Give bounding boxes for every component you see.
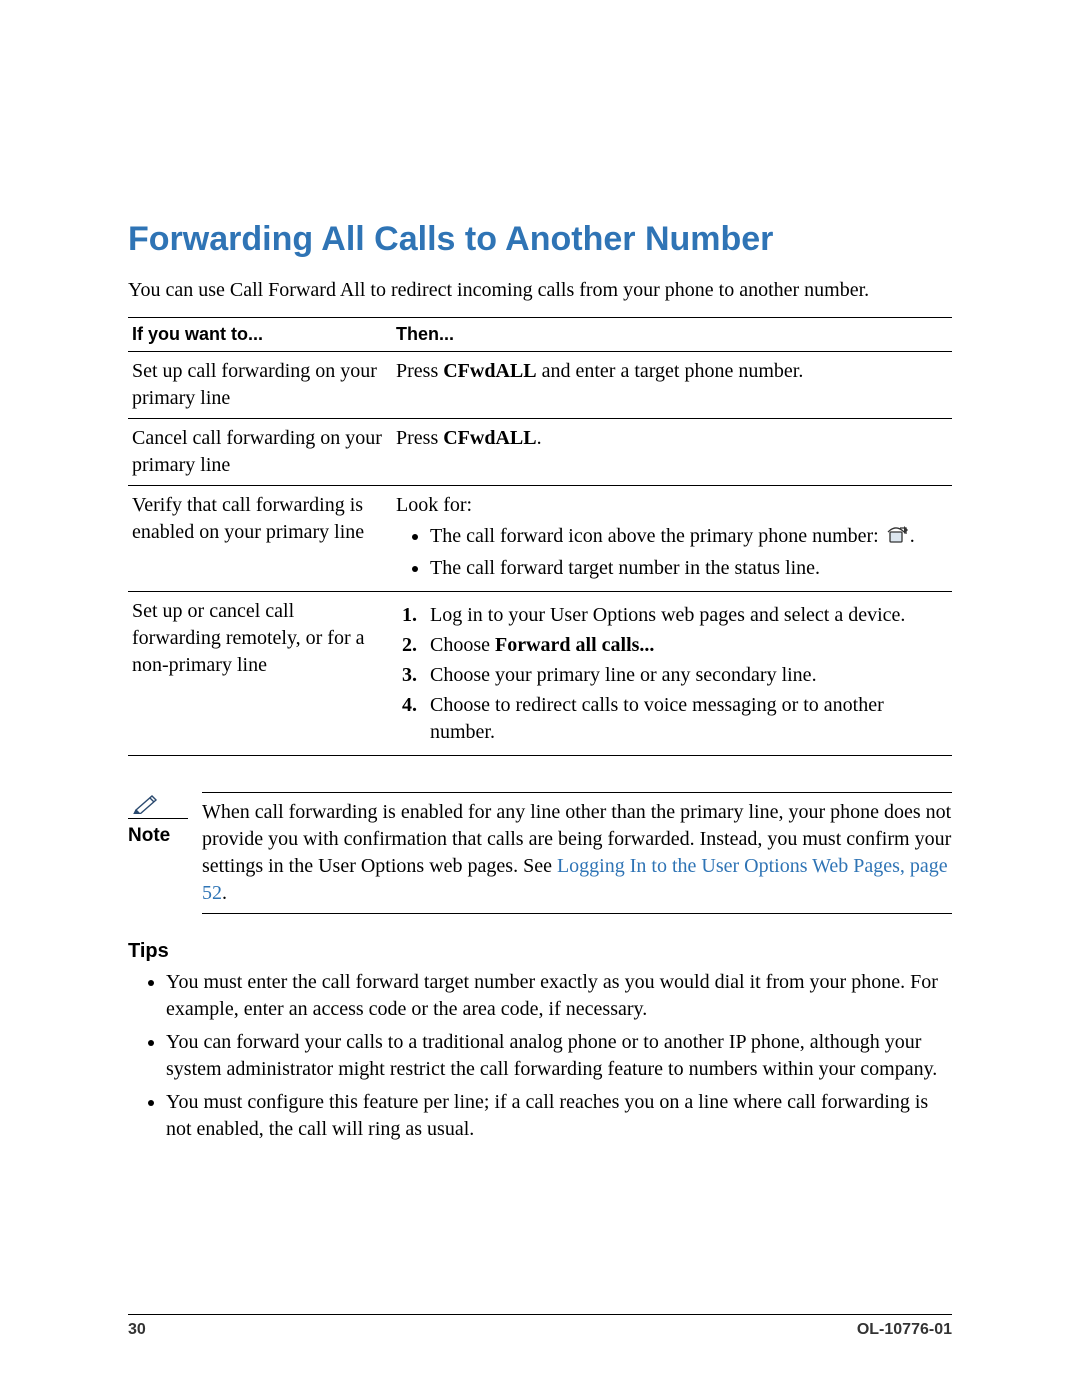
softkey-name: CFwdALL <box>443 360 536 382</box>
tips-heading: Tips <box>128 940 952 963</box>
list-item: Log in to your User Options web pages an… <box>396 602 944 629</box>
menu-name: Forward all calls... <box>495 634 654 656</box>
document-page: Forwarding All Calls to Another Number Y… <box>0 0 1080 1397</box>
cell-if: Set up or cancel call forwarding remotel… <box>128 592 392 756</box>
col-header-if: If you want to... <box>128 318 392 352</box>
note-block: Note When call forwarding is enabled for… <box>128 792 952 914</box>
page-title: Forwarding All Calls to Another Number <box>128 220 952 259</box>
softkey-name: CFwdALL <box>443 427 536 449</box>
table-row: Verify that call forwarding is enabled o… <box>128 486 952 592</box>
intro-paragraph: You can use Call Forward All to redirect… <box>128 277 952 303</box>
tips-list: You must enter the call forward target n… <box>128 969 952 1143</box>
call-forward-icon <box>886 525 908 552</box>
table-row: Set up or cancel call forwarding remotel… <box>128 592 952 756</box>
cell-then: Log in to your User Options web pages an… <box>392 592 952 756</box>
cell-if: Set up call forwarding on your primary l… <box>128 352 392 419</box>
text: The call forward icon above the primary … <box>430 525 884 547</box>
text: . <box>910 525 915 547</box>
document-id: OL-10776-01 <box>857 1321 952 1339</box>
table-row: Cancel call forwarding on your primary l… <box>128 419 952 486</box>
text: Press <box>396 427 443 449</box>
note-underline <box>128 818 188 819</box>
pencil-icon <box>132 792 188 814</box>
list-item: Choose Forward all calls... <box>396 632 944 659</box>
text: . <box>222 882 227 904</box>
list-item: You must enter the call forward target n… <box>166 969 952 1023</box>
list-item: The call forward icon above the primary … <box>430 523 944 552</box>
text: Look for: <box>396 494 472 516</box>
list-item: You must configure this feature per line… <box>166 1089 952 1143</box>
text: Press <box>396 360 443 382</box>
cell-if: Cancel call forwarding on your primary l… <box>128 419 392 486</box>
note-label-column: Note <box>128 792 188 847</box>
list-item: Choose to redirect calls to voice messag… <box>396 692 944 746</box>
note-body-column: When call forwarding is enabled for any … <box>202 792 952 914</box>
page-footer: 30 OL-10776-01 <box>128 1314 952 1339</box>
list-item: Choose your primary line or any secondar… <box>396 662 944 689</box>
list-item: You can forward your calls to a traditio… <box>166 1029 952 1083</box>
text: Choose <box>430 634 495 656</box>
text: . <box>537 427 542 449</box>
cell-then: Press CFwdALL and enter a target phone n… <box>392 352 952 419</box>
note-text: When call forwarding is enabled for any … <box>202 793 952 913</box>
steps-list: Log in to your User Options web pages an… <box>396 602 944 746</box>
instructions-table: If you want to... Then... Set up call fo… <box>128 317 952 756</box>
table-row: Set up call forwarding on your primary l… <box>128 352 952 419</box>
col-header-then: Then... <box>392 318 952 352</box>
list-item: The call forward target number in the st… <box>430 555 944 582</box>
page-number: 30 <box>128 1321 146 1339</box>
text: and enter a target phone number. <box>537 360 804 382</box>
cell-then: Press CFwdALL. <box>392 419 952 486</box>
cell-if: Verify that call forwarding is enabled o… <box>128 486 392 592</box>
cell-then: Look for: The call forward icon above th… <box>392 486 952 592</box>
note-label: Note <box>128 825 188 847</box>
lookfor-list: The call forward icon above the primary … <box>396 523 944 582</box>
